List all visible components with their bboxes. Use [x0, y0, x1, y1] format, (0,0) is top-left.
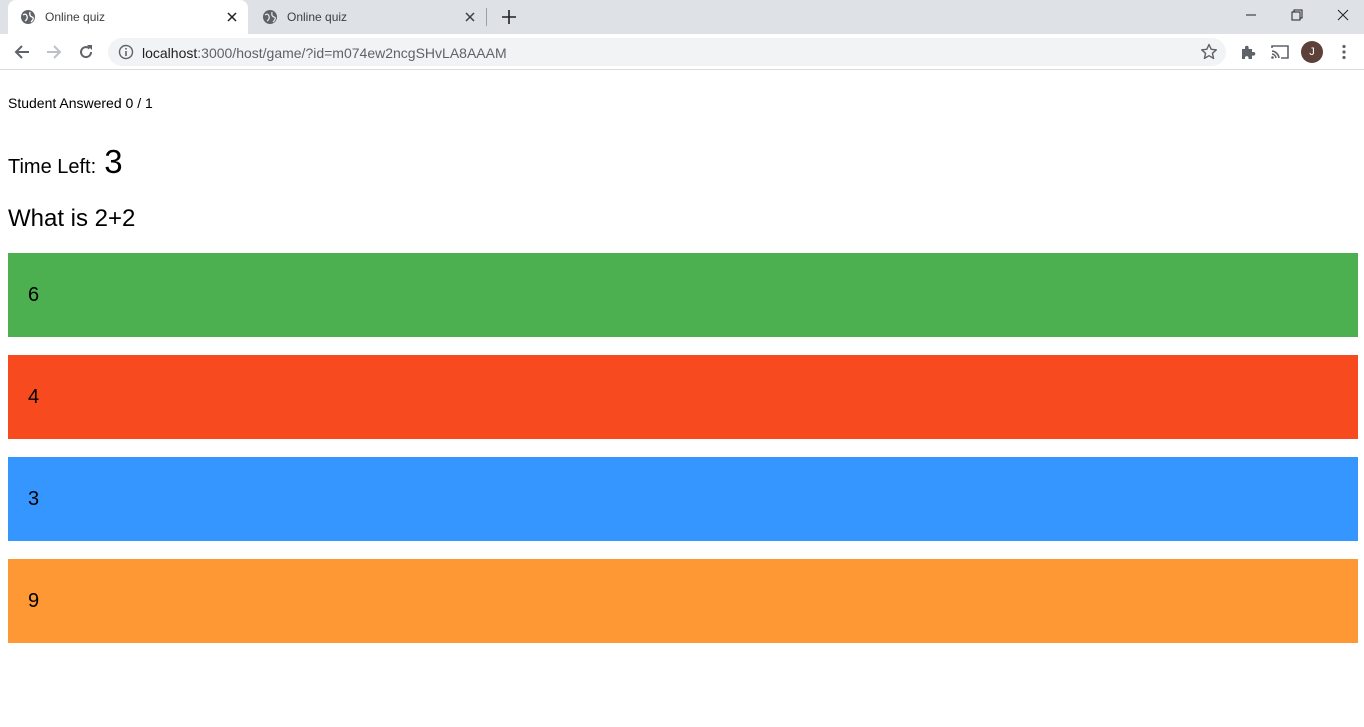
url-text: localhost:3000/host/game/?id=m074ew2ncgS… — [142, 45, 507, 61]
answer-label: 6 — [28, 283, 40, 306]
more-vertical-icon — [1342, 44, 1346, 60]
tab-separator — [486, 8, 487, 26]
time-left-label: Time Left: — [8, 156, 97, 178]
close-tab-icon[interactable] — [462, 9, 478, 25]
cast-icon — [1271, 45, 1289, 59]
reload-icon — [80, 45, 93, 59]
answer-label: 9 — [28, 589, 40, 612]
forward-button[interactable] — [40, 38, 68, 66]
back-button[interactable] — [8, 38, 36, 66]
puzzle-icon — [1242, 45, 1256, 59]
restore-icon — [1291, 9, 1303, 21]
info-icon[interactable] — [118, 44, 134, 60]
time-left-value: 3 — [104, 143, 123, 180]
url-path: :3000/host/game/?id=m074ew2ncgSHvLA8AAAM — [197, 45, 507, 61]
answer-label: 4 — [28, 385, 40, 408]
new-tab-button[interactable] — [499, 7, 519, 27]
cast-button[interactable] — [1266, 38, 1294, 66]
question-text: What is 2+2 — [8, 205, 136, 232]
close-window-button[interactable] — [1320, 0, 1364, 30]
tab-online-quiz-1[interactable]: Online quiz — [8, 0, 248, 34]
students-answered-text: Student Answered 0 / 1 — [8, 95, 153, 111]
close-tab-icon[interactable] — [224, 9, 240, 25]
close-icon — [1337, 9, 1349, 21]
tab-title: Online quiz — [45, 10, 106, 24]
tab-strip: Online quiz Online quiz — [0, 0, 1364, 34]
bookmark-star-icon[interactable] — [1200, 43, 1218, 61]
address-bar[interactable]: localhost:3000/host/game/?id=m074ew2ncgS… — [108, 38, 1226, 66]
minimize-button[interactable] — [1228, 0, 1274, 30]
tab-online-quiz-2[interactable]: Online quiz — [250, 0, 486, 34]
reload-button[interactable] — [72, 38, 100, 66]
globe-icon — [21, 10, 35, 24]
page-content: Student Answered 0 / 1 Time Left: 3 What… — [0, 71, 1364, 727]
url-host: localhost — [142, 45, 198, 61]
tab-title: Online quiz — [287, 10, 348, 24]
arrow-right-icon — [47, 45, 62, 59]
answer-option-3[interactable]: 3 — [8, 457, 1358, 541]
extensions-button[interactable] — [1234, 38, 1262, 66]
answer-option-4[interactable]: 9 — [8, 559, 1358, 643]
plus-icon — [502, 10, 516, 24]
answer-option-1[interactable]: 6 — [8, 253, 1358, 337]
profile-avatar[interactable]: J — [1301, 41, 1323, 63]
minimize-icon — [1246, 14, 1256, 16]
answer-option-2[interactable]: 4 — [8, 355, 1358, 439]
time-left: Time Left: 3 — [8, 143, 123, 181]
answer-label: 3 — [28, 487, 40, 510]
restore-button[interactable] — [1274, 0, 1320, 30]
globe-icon — [263, 10, 277, 24]
arrow-left-icon — [14, 45, 29, 59]
menu-button[interactable] — [1330, 38, 1358, 66]
browser-toolbar: localhost:3000/host/game/?id=m074ew2ncgS… — [0, 34, 1364, 70]
